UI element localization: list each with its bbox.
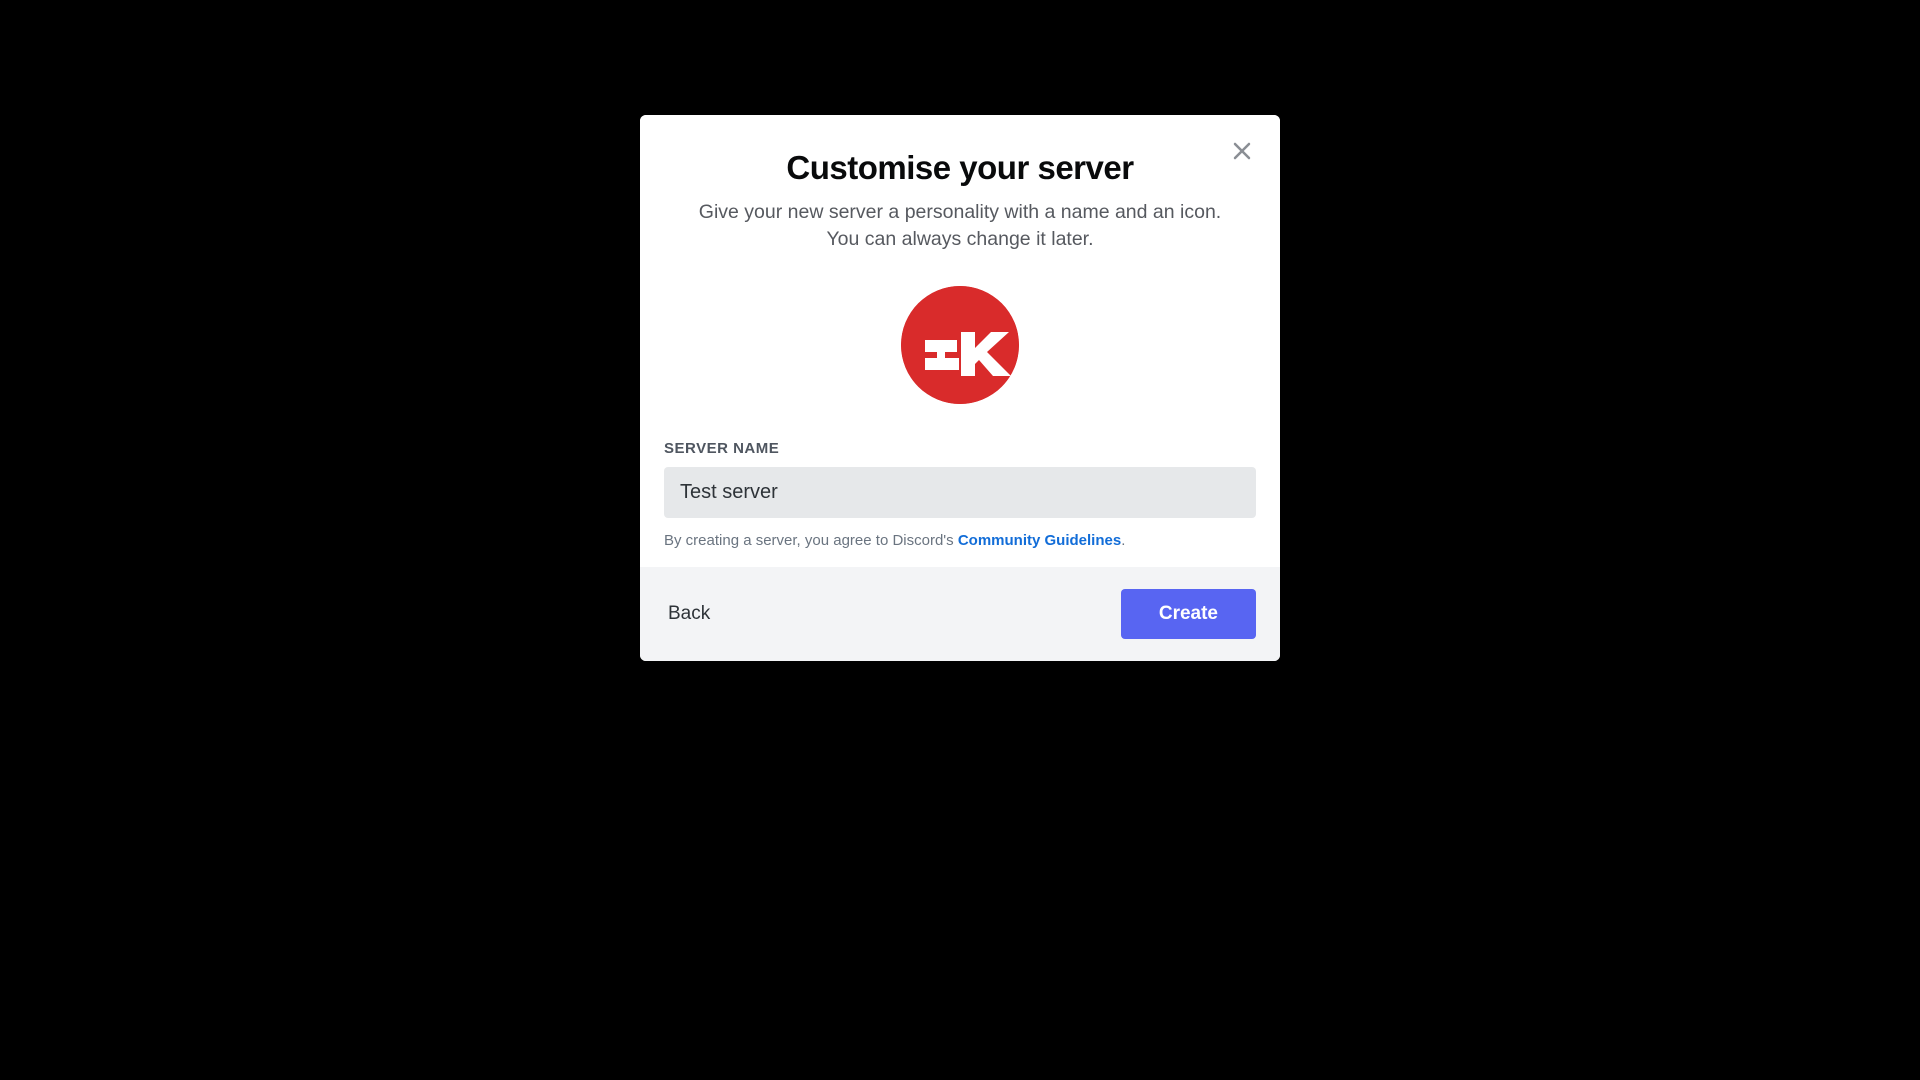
server-icon-image: [901, 286, 1019, 404]
modal-subtitle: Give your new server a personality with …: [664, 199, 1256, 254]
create-button[interactable]: Create: [1121, 589, 1256, 639]
close-button[interactable]: [1226, 135, 1258, 167]
server-icon-container: [664, 286, 1256, 404]
agreement-text: By creating a server, you agree to Disco…: [664, 532, 1256, 549]
app-background: Customise your server Give your new serv…: [232, 0, 1688, 816]
server-name-input[interactable]: [664, 467, 1256, 518]
agreement-prefix: By creating a server, you agree to Disco…: [664, 532, 958, 549]
community-guidelines-link[interactable]: Community Guidelines: [958, 532, 1121, 549]
modal-title: Customise your server: [664, 149, 1256, 187]
modal-footer: Back Create: [640, 567, 1280, 661]
customise-server-modal: Customise your server Give your new serv…: [640, 115, 1280, 661]
back-button[interactable]: Back: [664, 595, 714, 633]
modal-body: Customise your server Give your new serv…: [640, 115, 1280, 567]
close-icon: [1230, 139, 1254, 163]
agreement-suffix: .: [1121, 532, 1125, 549]
server-name-label: SERVER NAME: [664, 440, 1256, 457]
server-icon-upload[interactable]: [901, 286, 1019, 404]
